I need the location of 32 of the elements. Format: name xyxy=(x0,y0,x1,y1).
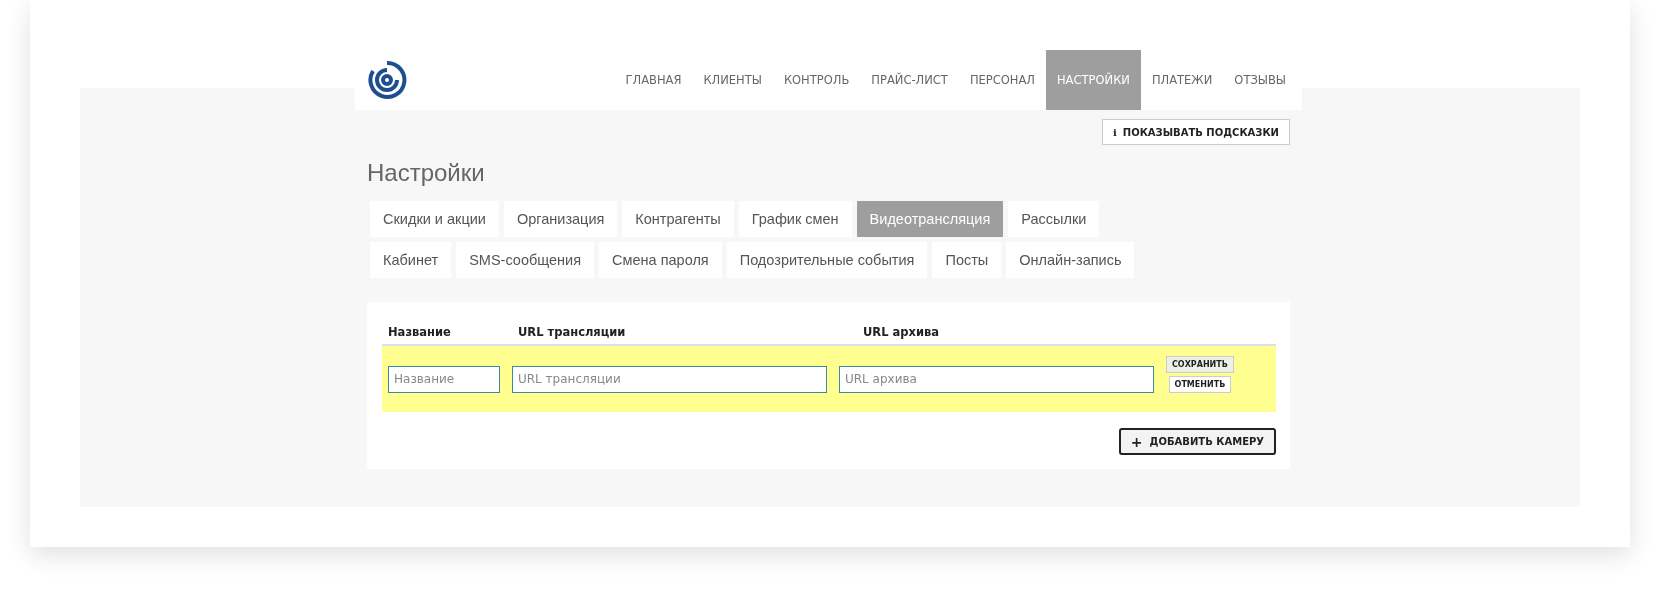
settings-tab[interactable]: Кабинет xyxy=(370,242,452,278)
input-field[interactable]: Название xyxy=(388,365,500,393)
input-field[interactable]: URL архива xyxy=(839,365,1154,393)
column-header: URL архива xyxy=(863,325,941,339)
show-hints-button[interactable]: i ПОКАЗЫВАТЬ ПОДСКАЗКИ xyxy=(1101,119,1290,145)
nav-link[interactable]: КОНТРОЛЬ xyxy=(772,50,861,110)
settings-tab[interactable]: График смен xyxy=(738,201,852,237)
nav-link[interactable]: ПЛАТЕЖИ xyxy=(1140,50,1224,110)
logo-icon xyxy=(367,60,407,100)
add-camera-button[interactable]: + ДОБАВИТЬ КАМЕРУ xyxy=(1118,428,1276,455)
settings-tab[interactable]: Онлайн-запись xyxy=(1006,242,1135,278)
cancel-button[interactable]: ОТМЕНИТЬ xyxy=(1168,375,1232,393)
column-header: URL трансляции xyxy=(518,325,627,339)
settings-tab[interactable]: Смена пароля xyxy=(599,242,722,278)
settings-tab[interactable]: SMS-сообщения xyxy=(456,242,595,278)
settings-tab[interactable]: Скидки и акции xyxy=(370,201,499,237)
settings-tab[interactable]: Подозрительные события xyxy=(726,242,928,278)
info-icon: i xyxy=(1112,126,1117,138)
nav-link[interactable]: ГЛАВНАЯ xyxy=(614,50,693,110)
nav-link[interactable]: ОТЗЫВЫ xyxy=(1223,50,1297,110)
plus-icon: + xyxy=(1130,433,1143,450)
nav-link[interactable]: ПРАЙС-ЛИСТ xyxy=(860,50,959,110)
settings-tab[interactable]: Контрагенты xyxy=(622,201,734,237)
nav-link[interactable]: КЛИЕНТЫ xyxy=(692,50,773,110)
input-field[interactable]: URL трансляции xyxy=(512,365,827,393)
column-header: Название xyxy=(388,325,452,339)
page-title: Настройки xyxy=(367,159,486,187)
settings-tab[interactable]: Рассылки xyxy=(1008,201,1100,237)
settings-tab[interactable]: Организация xyxy=(503,201,618,237)
settings-tab[interactable]: Посты xyxy=(932,242,1002,278)
nav-link[interactable]: ПЕРСОНАЛ xyxy=(958,50,1046,110)
save-button[interactable]: СОХРАНИТЬ xyxy=(1166,355,1234,373)
